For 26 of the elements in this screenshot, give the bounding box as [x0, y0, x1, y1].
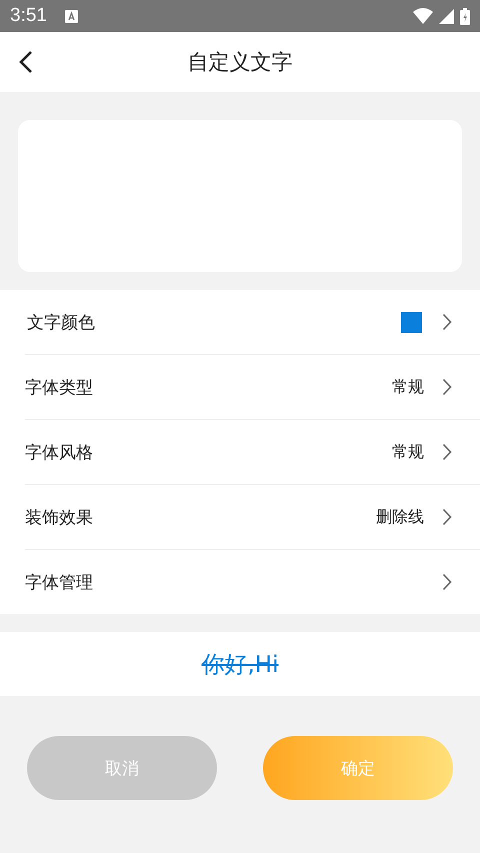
- setting-value: 常规: [392, 442, 424, 462]
- setting-row[interactable]: 装饰效果 删除线: [25, 484, 480, 549]
- setting-row[interactable]: 文字颜色: [25, 290, 480, 354]
- notification-icon: [64, 10, 78, 22]
- setting-row[interactable]: 字体类型 常规: [25, 354, 480, 419]
- setting-value: 删除线: [376, 506, 424, 528]
- chevron-icon: [442, 313, 452, 331]
- setting-label: 装饰效果: [25, 506, 94, 528]
- setting-value: 常规: [392, 376, 424, 398]
- setting-label: 字体管理: [25, 572, 94, 594]
- chevron-icon: [442, 443, 452, 461]
- chevron-icon: [442, 508, 452, 526]
- signal-icon: [439, 8, 454, 24]
- chevron-icon: [442, 573, 452, 591]
- chevron-icon: [442, 378, 452, 396]
- setting-row[interactable]: 字体管理: [25, 549, 480, 614]
- page-title: 自定义文字: [188, 49, 292, 76]
- setting-label: 字体类型: [25, 376, 94, 398]
- battery-icon: [460, 8, 470, 24]
- wifi-icon: [413, 8, 433, 24]
- clock-time: 3:51: [10, 5, 47, 27]
- setting-row[interactable]: 字体风格 常规: [25, 419, 480, 484]
- setting-label: 文字颜色: [27, 312, 96, 334]
- preview-text: 你好,Hi: [202, 650, 278, 680]
- back-icon[interactable]: [19, 50, 33, 74]
- setting-label: 字体风格: [25, 442, 94, 464]
